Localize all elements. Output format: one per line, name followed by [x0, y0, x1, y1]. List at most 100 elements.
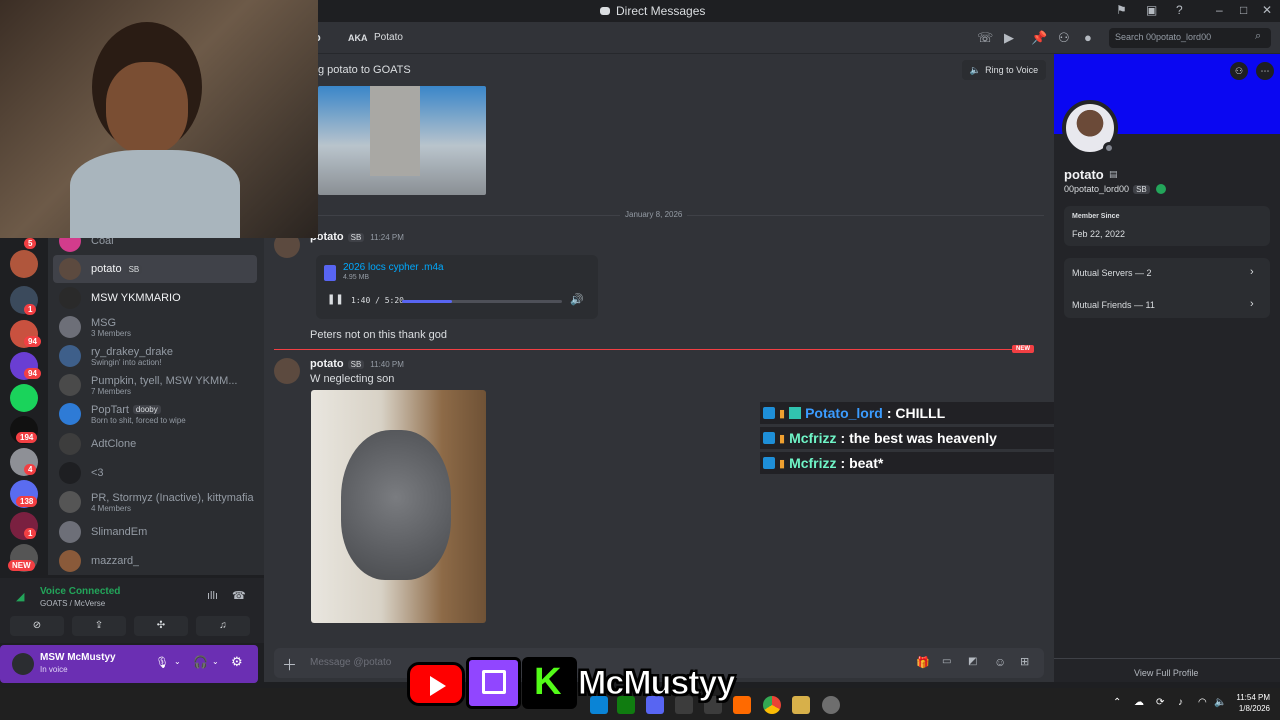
pause-button[interactable]: ❚❚	[327, 294, 344, 305]
emoji-icon[interactable]: ☺	[994, 655, 1006, 669]
obs-icon[interactable]	[822, 696, 840, 714]
maximize-icon[interactable]: □	[1240, 3, 1247, 17]
image-attachment-dog[interactable]	[311, 390, 486, 623]
chevron-down-icon[interactable]: ⌄	[174, 657, 181, 666]
badge-icon: ▮	[779, 457, 786, 470]
noise-suppression-icon[interactable]: ıllı	[207, 590, 218, 602]
dm-item[interactable]: <3	[53, 459, 257, 487]
profile-toggle-icon[interactable]: ●	[1084, 30, 1092, 45]
voice-actions: ⊘ ⇪ ✣ ♫	[10, 616, 250, 636]
file-name-link[interactable]: 2026 locs cypher .m4a	[343, 262, 444, 273]
system-message: g potato to GOATS	[318, 64, 411, 76]
date-divider: January 8, 2026	[620, 210, 688, 219]
more-options-icon[interactable]: ⋯	[1256, 62, 1274, 80]
dm-item-potato[interactable]: potato SB	[53, 255, 257, 283]
member-since-label: Member Since	[1072, 213, 1120, 220]
add-attachment-icon[interactable]: ＋	[282, 654, 297, 675]
app-icon[interactable]	[733, 696, 751, 714]
camera-off-icon[interactable]: ⊘	[10, 616, 64, 636]
screen-share-icon[interactable]: ⇪	[72, 616, 126, 636]
add-friend-icon[interactable]: ⚇	[1058, 30, 1070, 46]
audio-seek-fill	[402, 300, 452, 303]
volume-icon[interactable]: 🔊	[570, 293, 584, 306]
chat-message: : the best was heavenly	[840, 430, 997, 446]
apps-icon[interactable]: ⊞	[1020, 655, 1029, 668]
note-icon[interactable]: ▤	[1109, 169, 1118, 180]
pin-icon[interactable]: 📌	[1031, 30, 1047, 46]
audio-time: 1:40 / 5:20	[351, 296, 404, 305]
server-icon[interactable]	[10, 250, 38, 278]
monitor-icon[interactable]: ▣	[1146, 3, 1157, 17]
gif-icon[interactable]: ▭	[942, 656, 951, 667]
audio-seek-bar[interactable]	[402, 300, 562, 303]
gift-icon[interactable]: 🎁	[916, 656, 930, 669]
headphones-icon[interactable]: 🎧	[193, 655, 208, 669]
avatar[interactable]	[274, 358, 300, 384]
notification-badge: 4	[24, 464, 37, 475]
dm-item[interactable]: Pumpkin, tyell, MSW YKMM... 7 Members	[53, 371, 257, 399]
ring-to-voice-button[interactable]: 🔈 Ring to Voice	[962, 60, 1046, 80]
dm-item[interactable]: AdtClone	[53, 430, 257, 458]
author-name[interactable]: potato	[310, 358, 344, 370]
tray-app-icon[interactable]: ☁	[1134, 697, 1144, 708]
call-icon[interactable]: ☏	[977, 30, 993, 46]
app-icon[interactable]	[792, 696, 810, 714]
inbox-icon[interactable]: ⚑	[1116, 3, 1127, 17]
video-icon[interactable]: ▶	[1004, 30, 1014, 46]
new-messages-line	[274, 349, 1034, 350]
disconnect-icon[interactable]: ☎	[232, 589, 246, 602]
search-input[interactable]: Search 00potato_lord00 ⌕	[1109, 28, 1271, 48]
volume-tray-icon[interactable]: 🔈	[1214, 697, 1226, 708]
chrome-icon[interactable]	[763, 696, 781, 714]
image-attachment-1[interactable]	[318, 86, 486, 195]
user-name[interactable]: MSW McMustyy	[40, 652, 116, 663]
close-icon[interactable]: ✕	[1262, 3, 1272, 17]
mutual-servers-link[interactable]: Mutual Servers — 2	[1072, 268, 1152, 278]
clock-time: 11:54 PM	[1236, 693, 1270, 702]
chat-message: : beat*	[840, 455, 884, 471]
minimize-icon[interactable]: –	[1216, 3, 1223, 17]
view-full-profile-link[interactable]: View Full Profile	[1134, 668, 1198, 678]
badge-icon: ▮	[779, 432, 786, 445]
dm-item[interactable]: PopTart dooby Born to shit, forced to wipe	[53, 400, 257, 428]
tray-chevron-icon[interactable]: ⌃	[1113, 697, 1121, 708]
user-panel: MSW McMustyy In voice 🎙 ⌄ 🎧 ⌄ ⚙	[0, 645, 258, 683]
profile-display-name: potato	[1064, 167, 1104, 182]
soundboard-icon[interactable]: ♫	[196, 616, 250, 636]
streamer-face	[106, 62, 188, 154]
clock-date: 1/8/2026	[1238, 704, 1270, 713]
dm-item[interactable]: MSW YKMMARIO	[53, 284, 257, 312]
dm-item[interactable]: SlimandEm	[53, 518, 257, 546]
new-badge: NEW	[8, 560, 35, 571]
voice-channel[interactable]: GOATS / McVerse	[40, 599, 105, 608]
badge-icon: ▮	[779, 407, 786, 420]
tray-app-icon[interactable]: ⟳	[1156, 697, 1164, 708]
file-size: 4.95 MB	[343, 274, 370, 281]
sticker-icon[interactable]: ◩	[968, 656, 977, 667]
add-friend-icon[interactable]: ⚇	[1230, 62, 1248, 80]
kick-logo-icon: K	[522, 657, 577, 709]
mutual-friends-link[interactable]: Mutual Friends — 11	[1072, 300, 1155, 310]
profile-server-tag: SB	[1133, 184, 1150, 194]
avatar[interactable]	[12, 653, 34, 675]
wifi-icon[interactable]: ◠	[1198, 697, 1207, 708]
aka-value: Potato	[374, 32, 403, 43]
voice-status[interactable]: Voice Connected	[40, 586, 120, 597]
signal-icon: ◢	[16, 591, 25, 603]
clock[interactable]: 11:54 PM 1/8/2026	[1226, 692, 1270, 714]
dm-item[interactable]: ry_drakey_drake Swingin' into action!	[53, 342, 257, 370]
help-icon[interactable]: ?	[1176, 3, 1183, 17]
settings-gear-icon[interactable]: ⚙	[231, 654, 243, 670]
chevron-down-icon[interactable]: ⌄	[212, 657, 219, 666]
microphone-icon[interactable]: 🎙	[155, 656, 169, 669]
kick-server-icon[interactable]	[10, 384, 38, 412]
activities-icon[interactable]: ✣	[134, 616, 188, 636]
notification-badge: 1	[24, 304, 37, 315]
channel-name-branding: McMustyy	[577, 664, 735, 703]
jeans-shape	[370, 86, 420, 176]
dm-item[interactable]: PR, Stormyz (Inactive), kittymafia 4 Memb…	[53, 488, 257, 516]
audio-attachment: 2026 locs cypher .m4a 4.95 MB ❚❚ 1:40 / …	[316, 255, 598, 319]
dm-item[interactable]: mazzard_	[53, 547, 257, 575]
dm-item[interactable]: MSG 3 Members	[53, 313, 257, 341]
tray-app-icon[interactable]: ♪	[1178, 697, 1183, 708]
